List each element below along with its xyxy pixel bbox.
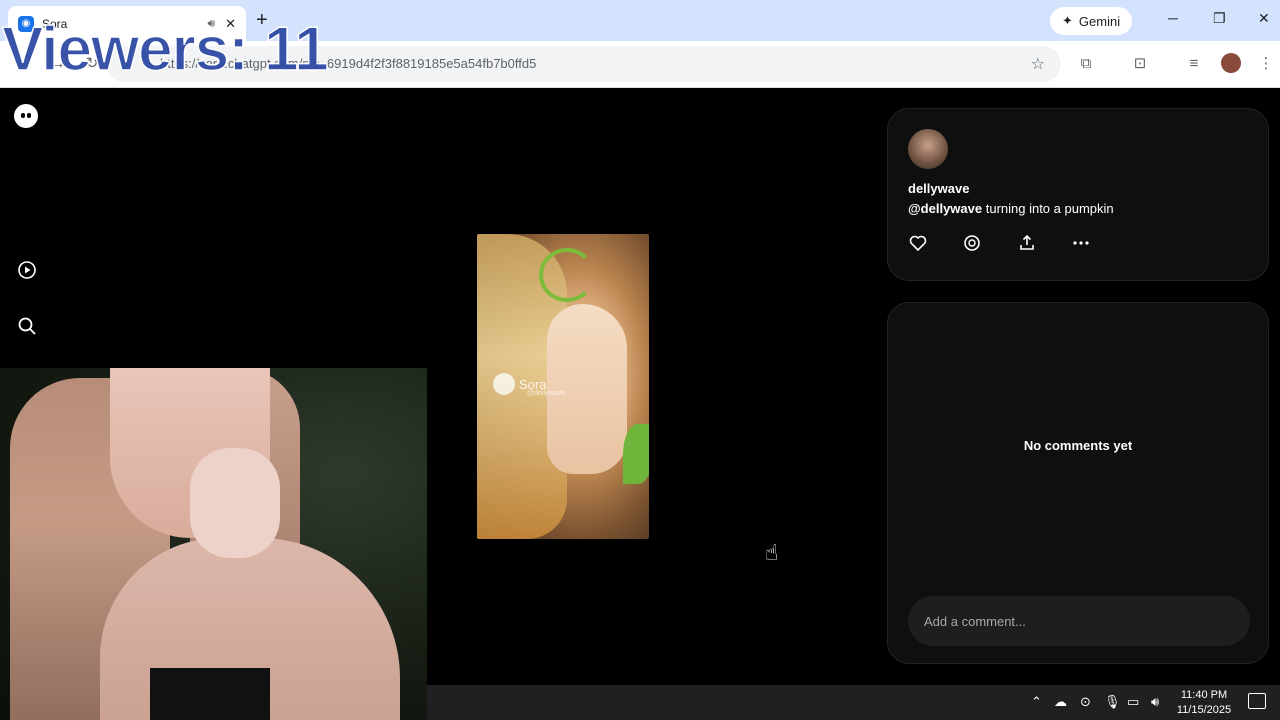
system-clock[interactable]: 11:40 PM 11/15/2025 — [1172, 688, 1236, 718]
video-frame-face — [547, 304, 627, 474]
microphone-icon[interactable]: 🎙︎ — [1104, 694, 1121, 710]
sora-logo-icon[interactable] — [14, 104, 38, 128]
webcam-clothing — [150, 668, 270, 720]
like-icon[interactable] — [908, 233, 930, 255]
caption-text: turning into a pumpkin — [982, 201, 1114, 216]
caption-mention[interactable]: @dellywave — [908, 201, 982, 216]
no-comments-text: No comments yet — [1023, 438, 1133, 453]
gemini-button[interactable]: ✦ Gemini — [1050, 7, 1133, 35]
volume-icon[interactable]: 🔊︎ — [1151, 694, 1159, 710]
home-play-icon[interactable] — [16, 259, 38, 281]
video-player[interactable]: Sora @dellywave — [477, 234, 649, 539]
clock-time: 11:40 PM — [1180, 689, 1228, 701]
restore-button[interactable]: ❐ — [1213, 10, 1226, 27]
remix-icon[interactable] — [962, 233, 984, 255]
extensions-icon[interactable]: ⧉ — [1076, 54, 1096, 74]
post-caption: @dellywave turning into a pumpkin — [908, 201, 1114, 216]
share-icon[interactable] — [1017, 233, 1039, 255]
profile-avatar-icon[interactable] — [1221, 53, 1241, 73]
more-icon[interactable] — [1071, 233, 1093, 255]
sora-watermark-icon — [493, 373, 515, 395]
mouse-cursor-icon: ☝︎ — [765, 540, 779, 565]
search-icon[interactable] — [16, 315, 38, 337]
webcam-overlay — [0, 368, 427, 720]
webcam-hand — [190, 448, 280, 558]
network-icon[interactable]: ▭ — [1127, 694, 1139, 710]
post-info-panel: dellywave @dellywave turning into a pump… — [887, 108, 1269, 281]
clock-date: 11/15/2025 — [1176, 704, 1232, 716]
viewers-count-overlay: Viewers: 11 — [1, 14, 329, 85]
author-avatar[interactable] — [908, 129, 948, 169]
window-close-button[interactable]: ✕ — [1258, 10, 1270, 27]
author-username[interactable]: dellywave — [908, 181, 969, 196]
gemini-label: Gemini — [1078, 13, 1121, 29]
minimize-button[interactable]: ─ — [1168, 10, 1178, 26]
screen: ◉ Sora 🔊︎ ✕ + ✦ Gemini ─ ❐ ✕ ← → ↻ https… — [0, 0, 1280, 720]
bookmark-star-icon[interactable]: ☆ — [1031, 54, 1045, 74]
media-control-icon[interactable]: ≡ — [1184, 54, 1204, 74]
menu-kebab-icon[interactable]: ⋮ — [1256, 54, 1276, 74]
chevron-up-icon[interactable]: ⌃ — [1031, 694, 1042, 710]
tab-search-icon[interactable]: ⊡ — [1130, 54, 1150, 74]
meet-icon[interactable]: ⊙ — [1080, 694, 1091, 710]
comment-input[interactable] — [908, 596, 1250, 646]
comments-panel: No comments yet — [887, 302, 1269, 664]
cloud-icon[interactable]: ☁ — [1054, 694, 1067, 710]
watermark-user: @dellywave — [527, 390, 565, 397]
vine-decoration — [539, 248, 595, 302]
leaf-decoration — [623, 424, 649, 484]
notification-icon[interactable] — [1248, 693, 1266, 709]
sparkle-icon: ✦ — [1062, 13, 1073, 28]
